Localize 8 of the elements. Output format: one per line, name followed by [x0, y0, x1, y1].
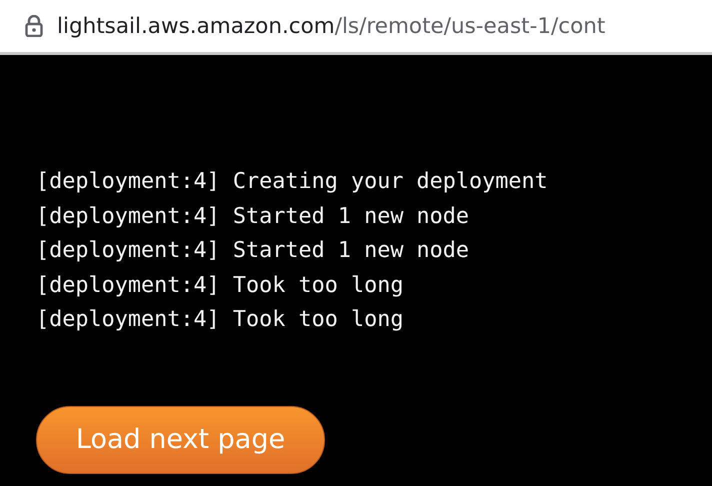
address-bar[interactable]: lightsail.aws.amazon.com/ls/remote/us-east-1/cont	[0, 0, 712, 55]
log-line: [deployment:4] Took too long	[36, 306, 404, 334]
url-host: lightsail.aws.amazon.com	[57, 14, 335, 38]
log-line: [deployment:4] Creating your deployment	[36, 168, 549, 196]
url-path: /ls/remote/us-east-1/cont	[334, 14, 606, 38]
log-line: [deployment:4] Started 1 new node	[36, 237, 470, 265]
log-line: [deployment:4] Started 1 new node	[36, 202, 470, 230]
log-line: [deployment:4] Took too long	[36, 272, 404, 300]
